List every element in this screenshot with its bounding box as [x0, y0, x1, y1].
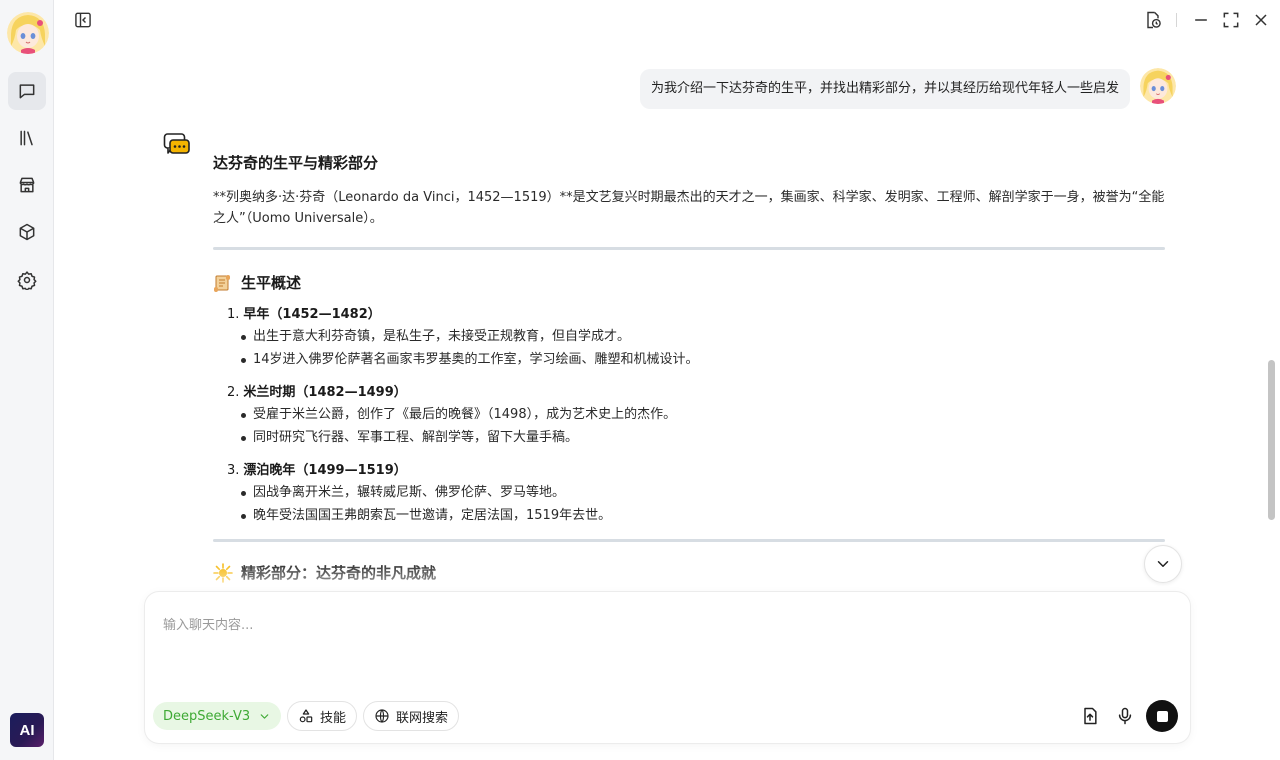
history-button[interactable] [1142, 9, 1164, 31]
list-number: 1. [227, 307, 240, 322]
sidebar-toggle-icon [75, 12, 91, 28]
stop-generation-button[interactable] [1146, 700, 1178, 732]
upload-icon [1084, 707, 1097, 725]
section-title: 精彩部分：达芬奇的非凡成就 [241, 564, 437, 582]
chevron-down-icon [1157, 561, 1169, 567]
close-icon [1255, 14, 1267, 26]
cube-icon [19, 223, 35, 241]
section-heading-highlights: 精彩部分：达芬奇的非凡成就 [213, 562, 1165, 583]
globe-icon [375, 709, 389, 723]
web-search-label: 联网搜索 [396, 710, 449, 726]
biography-list: 1. 早年（1452—1482） 出生于意大利芬奇镇，是私生子，未接受正规教育，但… [213, 305, 1165, 527]
bullet-item: 出生于意大利芬奇镇，是私生子，未接受正规教育，但自学成才。 [241, 326, 1165, 348]
assistant-avatar-icon [163, 132, 191, 158]
list-item-title: 漂泊晚年（1499—1519） [243, 463, 407, 478]
chat-input[interactable]: 输入聊天内容... [163, 614, 253, 633]
list-item-title: 米兰时期（1482—1499） [243, 385, 407, 400]
library-icon [20, 130, 33, 146]
list-item: 3. 漂泊晚年（1499—1519） 因战争离开米兰，辗转威尼斯、佛罗伦萨、罗马等… [227, 461, 1165, 527]
list-item-title: 早年（1452—1482） [243, 307, 381, 322]
bullet-item: 受雇于米兰公爵，创作了《最后的晚餐》（1498），成为艺术史上的杰作。 [241, 404, 1165, 426]
fullscreen-button[interactable] [1220, 9, 1242, 31]
store-icon [19, 177, 35, 193]
settings-nav-button[interactable] [8, 261, 46, 299]
assistant-heading: 达芬奇的生平与精彩部分 [213, 154, 379, 172]
list-item: 1. 早年（1452—1482） 出生于意大利芬奇镇，是私生子，未接受正规教育，但… [227, 305, 1165, 371]
minimize-button[interactable] [1190, 9, 1212, 31]
left-sidebar: AI [0, 0, 54, 760]
list-number: 2. [227, 385, 240, 400]
list-item: 2. 米兰时期（1482—1499） 受雇于米兰公爵，创作了《最后的晚餐》（149… [227, 383, 1165, 449]
chevron-down-icon [260, 713, 269, 719]
divider [213, 247, 1165, 250]
shapes-icon [299, 709, 313, 723]
section-title: 生平概述 [241, 274, 302, 292]
skills-label: 技能 [320, 710, 347, 726]
app-logo-text: AI [19, 721, 35, 739]
settings-icon [17, 271, 37, 290]
list-number: 3. [227, 463, 240, 478]
upload-file-button[interactable] [1078, 704, 1102, 728]
bullet-item: 同时研究飞行器、军事工程、解剖学等，留下大量手稿。 [241, 427, 1165, 449]
chat-nav-button[interactable] [8, 72, 46, 110]
voice-input-button[interactable] [1113, 704, 1137, 728]
fullscreen-icon [1223, 12, 1239, 28]
minimize-icon [1195, 19, 1207, 21]
divider [213, 539, 1165, 542]
sparkle-icon [213, 562, 233, 583]
model-name: DeepSeek-V3 [163, 708, 251, 724]
user-avatar[interactable] [7, 12, 49, 54]
bullet-item: 因战争离开米兰，辗转威尼斯、佛罗伦萨、罗马等地。 [241, 482, 1165, 504]
microphone-icon [1118, 707, 1132, 725]
store-nav-button[interactable] [8, 166, 46, 204]
chat-composer: 输入聊天内容... DeepSeek-V3 技能 联网搜索 [145, 592, 1190, 743]
skills-button[interactable]: 技能 [287, 701, 358, 731]
user-message: 为我介绍一下达芬奇的生平，并找出精彩部分，并以其经历给现代年轻人一些启发 [639, 69, 1130, 109]
assistant-intro: **列奥纳多·达·芬奇（Leonardo da Vinci，1452—1519）… [213, 190, 1165, 226]
cube-nav-button[interactable] [8, 213, 46, 251]
library-nav-button[interactable] [8, 119, 46, 157]
topbar-divider [1176, 13, 1177, 27]
chat-scrollbar[interactable] [1268, 360, 1275, 520]
sidebar-toggle-button[interactable] [72, 9, 94, 31]
app-logo[interactable]: AI [10, 713, 44, 747]
bullet-item: 14岁进入佛罗伦萨著名画家韦罗基奥的工作室，学习绘画、雕塑和机械设计。 [241, 349, 1165, 371]
bullet-item: 晚年受法国国王弗朗索瓦一世邀请，定居法国，1519年去世。 [241, 505, 1165, 527]
stop-icon [1156, 710, 1168, 722]
chat-icon [19, 84, 35, 99]
section-heading-biography: 生平概述 [213, 272, 1165, 293]
user-message-avatar [1140, 68, 1176, 104]
scroll-icon [214, 274, 230, 292]
model-selector[interactable]: DeepSeek-V3 [153, 702, 282, 730]
assistant-message: 达芬奇的生平与精彩部分 **列奥纳多·达·芬奇（Leonardo da Vinc… [213, 150, 1165, 590]
history-icon [1147, 11, 1161, 29]
scroll-to-bottom-button[interactable] [1144, 545, 1182, 583]
web-search-button[interactable]: 联网搜索 [363, 701, 460, 731]
close-button[interactable] [1250, 9, 1272, 31]
